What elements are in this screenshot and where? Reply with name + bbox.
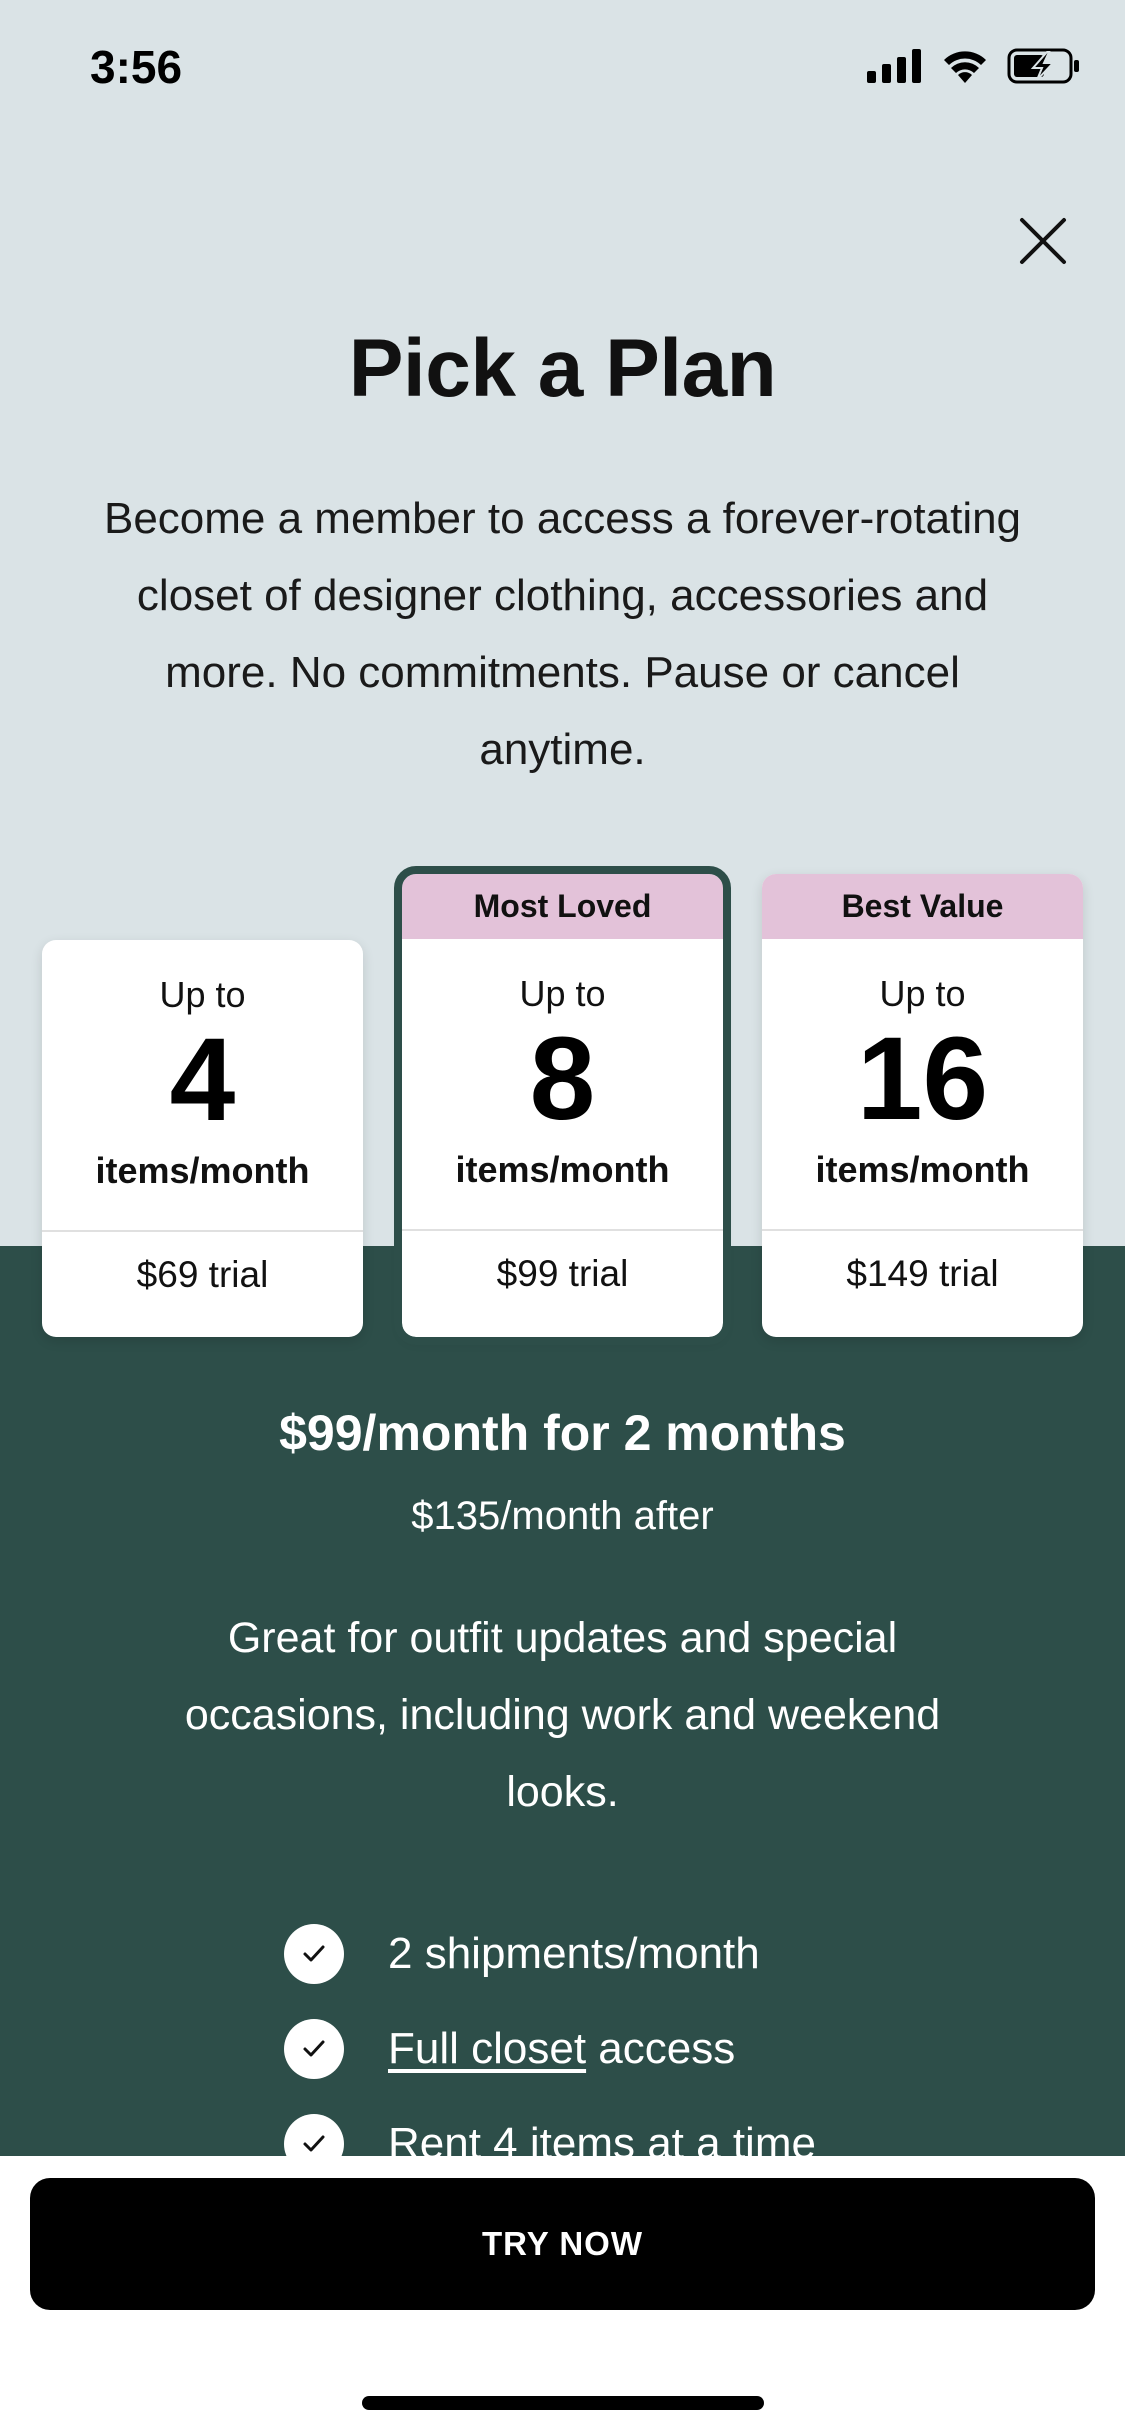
check-icon: [284, 2018, 344, 2079]
feature-text: Full closet access: [388, 2024, 735, 2074]
home-indicator: [362, 2396, 764, 2410]
plan-unit: items/month: [95, 1150, 310, 1191]
feature-list: 2 shipments/month Full closet access Ren…: [284, 1906, 816, 2191]
plan-description: Great for outfit updates and special occ…: [184, 1614, 941, 1816]
feature-text-suffix: access: [586, 2023, 736, 2073]
plan-unit: items/month: [815, 1149, 1030, 1190]
try-now-button[interactable]: TRY NOW: [30, 2178, 1095, 2310]
plan-price: $69 trial: [136, 1254, 269, 1295]
plan-badge: Best Value: [762, 874, 1083, 939]
list-item: 2 shipments/month: [284, 1906, 816, 2001]
feature-text: 2 shipments/month: [388, 1928, 760, 1978]
plan-count: 4: [169, 1014, 236, 1146]
plan-unit: items/month: [455, 1149, 670, 1190]
plan-card-8[interactable]: Most Loved Up to 8 items/month $99 trial: [394, 866, 731, 1345]
plan-badge: Most Loved: [402, 874, 723, 939]
check-icon: [284, 2113, 344, 2174]
check-icon: [284, 1923, 344, 1984]
plan-count: 16: [856, 1013, 989, 1145]
plan-after-price: $135/month after: [411, 1494, 714, 1538]
list-item: Rent 4 items at a time: [284, 2096, 816, 2191]
plan-count: 8: [529, 1013, 596, 1145]
status-time: 3:56: [90, 41, 183, 93]
page-title: Pick a Plan: [348, 323, 777, 414]
plan-card-4[interactable]: Up to 4 items/month $69 trial: [42, 940, 363, 1337]
battery-charging-icon: [1007, 48, 1079, 84]
list-item: Full closet access: [284, 2001, 816, 2096]
close-icon[interactable]: [1016, 214, 1070, 268]
plan-prefix: Up to: [879, 973, 966, 1014]
plan-price: $99 trial: [496, 1253, 629, 1294]
plan-card-16[interactable]: Best Value Up to 16 items/month $149 tri…: [762, 874, 1083, 1337]
plan-prefix: Up to: [519, 973, 606, 1014]
plan-prefix: Up to: [159, 974, 246, 1015]
wifi-icon: [944, 51, 986, 83]
plan-headline: $99/month for 2 months: [279, 1405, 846, 1461]
status-icons: [867, 48, 1081, 84]
signal-icon: [867, 49, 921, 83]
full-closet-link[interactable]: Full closet: [388, 2024, 586, 2073]
feature-text: Rent 4 items at a time: [388, 2118, 816, 2168]
plan-price: $149 trial: [846, 1253, 999, 1294]
intro-text: Become a member to access a forever-rota…: [103, 494, 1022, 774]
